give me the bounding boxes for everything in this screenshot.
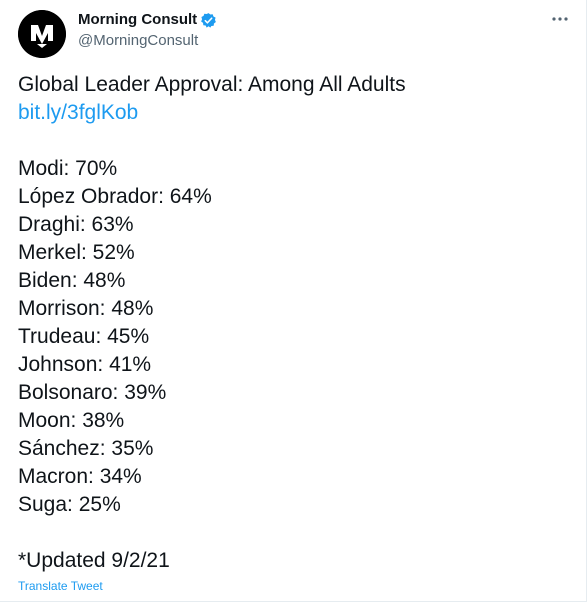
- author-names: Morning Consult @MorningConsult: [78, 10, 217, 51]
- approval-line: Draghi: 63%: [18, 213, 134, 236]
- display-name[interactable]: Morning Consult: [78, 10, 197, 30]
- approval-line: López Obrador: 64%: [18, 185, 212, 208]
- approval-line: Modi: 70%: [18, 157, 118, 180]
- tweet-card: Morning Consult @MorningConsult Global L…: [0, 0, 587, 602]
- verified-badge-icon: [201, 12, 217, 28]
- approval-line: Biden: 48%: [18, 269, 126, 292]
- approval-line: Macron: 34%: [18, 465, 142, 488]
- more-options-button[interactable]: [548, 10, 572, 28]
- approval-line: Trudeau: 45%: [18, 325, 150, 348]
- approval-line: Morrison: 48%: [18, 297, 154, 320]
- tweet-title: Global Leader Approval: Among All Adults: [18, 73, 406, 96]
- display-name-row: Morning Consult: [78, 10, 217, 30]
- author-handle[interactable]: @MorningConsult: [78, 31, 217, 51]
- tweet-link[interactable]: bit.ly/3fglKob: [18, 99, 574, 127]
- approval-line: Sánchez: 35%: [18, 437, 154, 460]
- tweet-body: Global Leader Approval: Among All Adults…: [18, 71, 574, 575]
- more-options-icon: [552, 17, 568, 21]
- approval-line: Johnson: 41%: [18, 353, 152, 376]
- tweet-header: Morning Consult @MorningConsult: [18, 8, 574, 58]
- tweet-footnote: *Updated 9/2/21: [18, 549, 170, 572]
- approval-line: Merkel: 52%: [18, 241, 135, 264]
- approval-line: Suga: 25%: [18, 493, 121, 516]
- approval-line: Moon: 38%: [18, 409, 125, 432]
- translate-tweet-link[interactable]: Translate Tweet: [18, 579, 103, 593]
- avatar[interactable]: [18, 10, 66, 58]
- approval-line: Bolsonaro: 39%: [18, 381, 167, 404]
- morning-consult-logo-icon: [18, 10, 66, 58]
